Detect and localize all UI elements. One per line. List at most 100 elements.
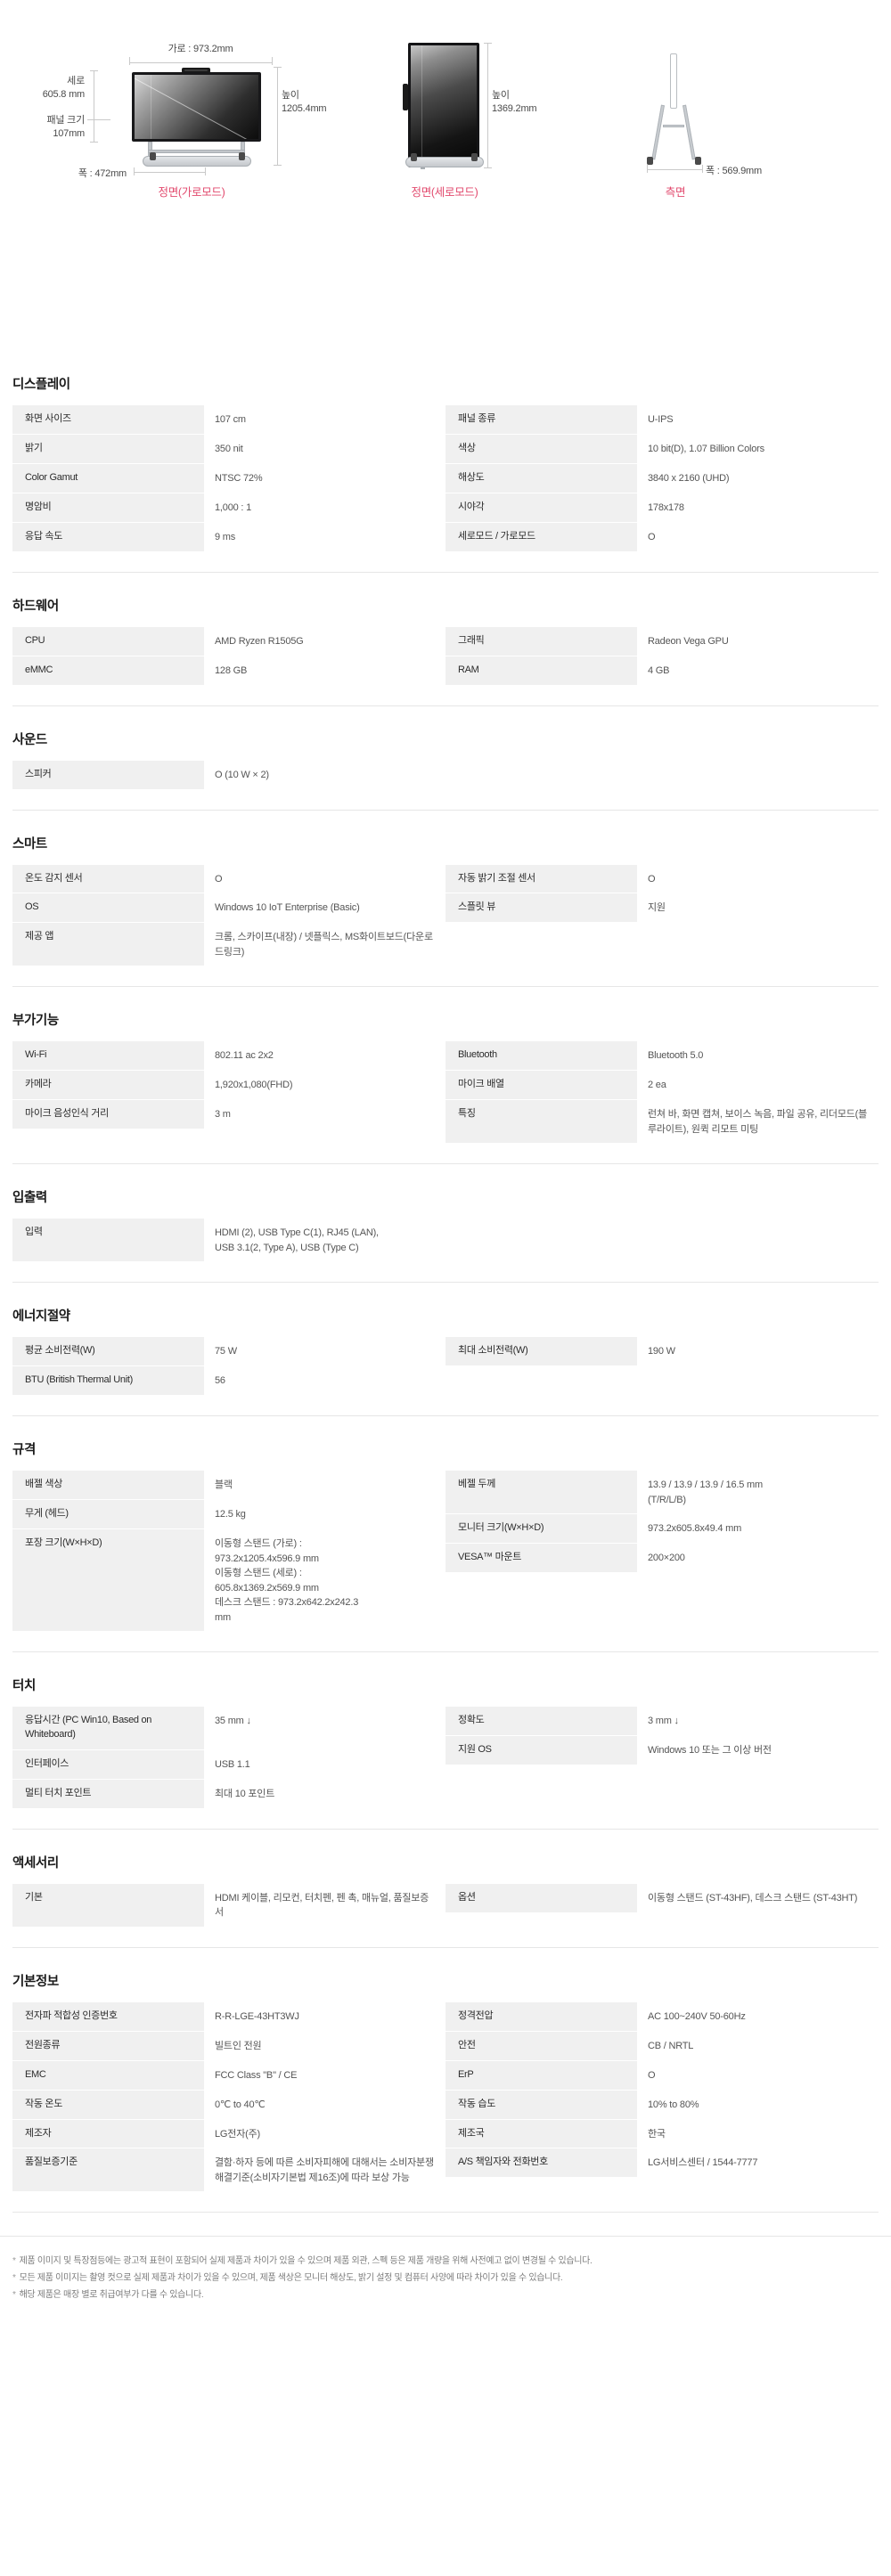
spec-value: USB 1.1 — [215, 1758, 250, 1770]
product-dimension-diagram: 가로 : 973.2mm 세로 605.8 mm 패널 크기 107mm 높이 … — [0, 0, 891, 374]
spec-row: 제공 앱 크롬, 스카이프(내장) / 넷플릭스, MS화이트보드(다운로드링크) — [12, 923, 446, 967]
spec-grid: 온도 감지 센서 O OS Windows 10 IoT Enterprise (Ba… — [12, 864, 879, 967]
spec-row: 옵션 이동형 스탠드 (ST-43HF), 데스크 스탠드 (ST-43HT) — [446, 1883, 879, 1913]
spec-column-right — [446, 761, 879, 790]
spec-value: AC 100~240V 50-60Hz — [648, 2010, 746, 2022]
spec-value: O (10 W × 2) — [215, 769, 269, 780]
spec-row: 전원종류 빌트인 전원 — [12, 2031, 446, 2061]
spec-value: 크롬, 스카이프(내장) / 넷플릭스, MS화이트보드(다운로드링크) — [215, 932, 433, 958]
spec-column-left: 응답시간 (PC Win10, Based on Whiteboard) 35 m… — [12, 1707, 446, 1809]
dim-tick — [702, 165, 703, 173]
spec-section: 규격 배젤 색상 블랙 무게 (헤드) 12.5 kg 포장 크기(W×H×D) 이동형 스… — [12, 1439, 879, 1652]
spec-row: 작동 습도 10% to 80% — [446, 2090, 879, 2120]
spec-value: O — [648, 531, 656, 542]
section-title: 규격 — [12, 1443, 36, 1458]
spec-row: 특징 런쳐 바, 화면 캡쳐, 보이스 녹음, 파일 공유, 리더모드(블루라이트… — [446, 1100, 879, 1145]
spec-section: 사운드 스피커 O (10 W × 2) — [12, 730, 879, 811]
spec-value: HDMI 케이블, 리모컨, 터치펜, 펜 촉, 매뉴얼, 품질보증서 — [215, 1892, 429, 1919]
spec-row: 제조국 한국 — [446, 2119, 879, 2149]
spec-value: 빌트인 전원 — [215, 2040, 262, 2051]
spec-column-left: Wi-Fi 802.11 ac 2x2 카메라 1,920x1,080(FHD) 마이크… — [12, 1041, 446, 1144]
spec-column-right: 그래픽 Radeon Vega GPU RAM 4 GB — [446, 626, 879, 686]
spec-value: 3840 x 2160 (UHD) — [648, 472, 730, 484]
dim-tick — [272, 57, 273, 65]
spec-row: 카메라 1,920x1,080(FHD) — [12, 1071, 446, 1101]
spec-value: 13.9 / 13.9 / 13.9 / 16.5 mm (T/R/L/B) — [648, 1480, 763, 1505]
spec-value: 이동형 스탠드 (ST-43HF), 데스크 스탠드 (ST-43HT) — [648, 1892, 858, 1903]
dim-tick — [647, 165, 648, 173]
spec-row: ErP O — [446, 2060, 879, 2091]
spec-key: BTU (British Thermal Unit) — [12, 1366, 204, 1397]
spec-value: 802.11 ac 2x2 — [215, 1050, 274, 1062]
spec-value: 107 cm — [215, 414, 246, 425]
section-title: 기본정보 — [12, 1974, 59, 1989]
dim-tick — [274, 67, 282, 68]
landscape-total-height-dimline — [277, 67, 278, 165]
spec-key: 멀티 터치 포인트 — [12, 1779, 204, 1809]
footnote-text: 모든 제품 이미지는 촬영 컷으로 실제 제품과 차이가 있을 수 있으며, 제… — [19, 2273, 563, 2284]
spec-row: eMMC 128 GB — [12, 656, 446, 686]
spec-row: 화면 사이즈 107 cm — [12, 405, 446, 435]
glass-reflection-line — [421, 45, 422, 165]
spec-section: 액세서리기본 HDMI 케이블, 리모컨, 터치펜, 펜 촉, 매뉴얼, 품질보증… — [12, 1853, 879, 1948]
stand-caster — [411, 153, 417, 161]
display-screen-portrait — [408, 43, 479, 167]
spec-key: 카메라 — [12, 1071, 204, 1101]
section-title: 부가기능 — [12, 1014, 59, 1029]
spec-grid: 기본 HDMI 케이블, 리모컨, 터치펜, 펜 촉, 매뉴얼, 품질보증서 옵션 이… — [12, 1883, 879, 1928]
spec-key: 배젤 색상 — [12, 1471, 204, 1501]
side-stand-leg-front — [651, 104, 665, 160]
landscape-depth-dimline — [134, 172, 205, 173]
spec-row: 스피커 O (10 W × 2) — [12, 760, 446, 790]
landscape-view-caption: 정면(가로모드) — [158, 186, 225, 199]
camera-lens-strip — [184, 69, 208, 71]
spec-value: 973.2x605.8x49.4 mm — [648, 1523, 742, 1535]
spec-key: 그래픽 — [446, 626, 637, 656]
spec-value: R-R-LGE-43HT3WJ — [215, 2010, 299, 2022]
dim-tick — [90, 142, 98, 143]
stand-base — [143, 156, 251, 167]
footnote-bullet-icon: * — [12, 2290, 16, 2301]
spec-row: 작동 온도 0℃ to 40℃ — [12, 2090, 446, 2120]
section-title: 터치 — [12, 1679, 36, 1693]
spec-value: 350 nit — [215, 443, 243, 454]
portrait-total-height-dimline — [487, 43, 488, 167]
stand-caster — [647, 157, 653, 165]
footnote-item: * 모든 제품 이미지는 촬영 컷으로 실제 제품과 차이가 있을 수 있으며, … — [12, 2270, 879, 2287]
spec-value: 35 mm ↓ — [215, 1716, 251, 1726]
spec-key: 전자파 적합성 인증번호 — [12, 2001, 204, 2032]
spec-key: 밝기 — [12, 434, 204, 464]
spec-key: 베젤 두께 — [446, 1471, 637, 1515]
spec-value: O — [648, 873, 656, 884]
side-stand-leg-rear — [683, 104, 696, 160]
footnote-bullet-icon: * — [12, 2256, 16, 2267]
spec-key: 정격전압 — [446, 2001, 637, 2032]
spec-key: 옵션 — [446, 1883, 637, 1913]
spec-section: 디스플레이 화면 사이즈 107 cm 밝기 350 nit Color Gamut NTS… — [12, 374, 879, 573]
spec-column-left: 평균 소비전력(W) 75 W BTU (British Thermal Unit)… — [12, 1337, 446, 1397]
spec-grid: 평균 소비전력(W) 75 W BTU (British Thermal Unit)… — [12, 1337, 879, 1397]
spec-key: 평균 소비전력(W) — [12, 1337, 204, 1367]
section-title: 입출력 — [12, 1191, 47, 1206]
spec-row: 지원 OS Windows 10 또는 그 이상 버전 — [446, 1735, 879, 1765]
spec-key: 특징 — [446, 1100, 637, 1145]
spec-row: 정확도 3 mm ↓ — [446, 1707, 879, 1736]
spec-value: 10 bit(D), 1.07 Billion Colors — [648, 443, 764, 454]
dim-tick — [484, 167, 492, 168]
spec-key: 작동 습도 — [446, 2090, 637, 2120]
spec-column-left: 기본 HDMI 케이블, 리모컨, 터치펜, 펜 촉, 매뉴얼, 품질보증서 — [12, 1883, 446, 1928]
spec-column-right: 자동 밝기 조절 센서 O 스플릿 뷰 지원 — [446, 864, 879, 967]
spec-key: 기본 — [12, 1883, 204, 1928]
spec-key: 입력 — [12, 1219, 204, 1263]
spec-grid: 전자파 적합성 인증번호 R-R-LGE-43HT3WJ 전원종류 빌트인 전원 EMC… — [12, 2001, 879, 2193]
spec-section: 터치응답시간 (PC Win10, Based on Whiteboard) 35… — [12, 1675, 879, 1830]
spec-value: Windows 10 또는 그 이상 버전 — [648, 1744, 772, 1756]
section-title: 액세서리 — [12, 1855, 59, 1871]
spec-value: HDMI (2), USB Type C(1), RJ45 (LAN), USB… — [215, 1227, 379, 1253]
spec-row: CPU AMD Ryzen R1505G — [12, 626, 446, 656]
spec-value: 3 mm ↓ — [648, 1716, 679, 1726]
spec-key: 제조자 — [12, 2119, 204, 2149]
spec-row: 색상 10 bit(D), 1.07 Billion Colors — [446, 434, 879, 464]
spec-row: 밝기 350 nit — [12, 434, 446, 464]
display-screen-side — [670, 53, 677, 109]
